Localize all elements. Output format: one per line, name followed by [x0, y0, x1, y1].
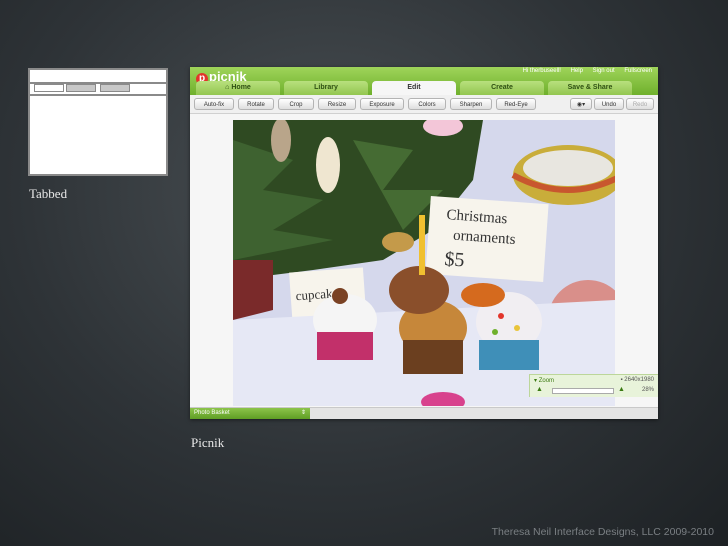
zoom-label-text: Zoom	[538, 378, 555, 384]
tab-save-share[interactable]: Save & Share	[548, 81, 632, 95]
zoom-out-icon[interactable]: ▲	[536, 386, 543, 393]
zoom-percent: 28%	[641, 387, 654, 393]
wireframe-tab	[66, 84, 96, 92]
tab-library[interactable]: Library	[284, 81, 368, 95]
red-eye-button[interactable]: Red-Eye	[496, 98, 536, 110]
resize-button[interactable]: Resize	[318, 98, 356, 110]
wireframe-tab	[34, 84, 64, 92]
photo-image: Christmas ornaments $5 cupcakes	[233, 120, 615, 406]
image-dimensions: ▪ 2640x1980	[620, 377, 655, 383]
top-links: Hi therbuseell! Help Sign out Fullscreen	[515, 68, 652, 74]
zoom-in-icon[interactable]: ▲	[618, 386, 625, 393]
tab-edit[interactable]: Edit	[372, 81, 456, 95]
zoom-slider[interactable]	[552, 388, 614, 394]
colors-button[interactable]: Colors	[408, 98, 446, 110]
edited-photo[interactable]: Christmas ornaments $5 cupcakes	[233, 120, 615, 406]
zoom-label: ▾ Zoom	[534, 378, 555, 384]
photo-basket-label: Photo Basket	[194, 410, 230, 416]
tab-home[interactable]: ⌂ Home	[196, 81, 280, 95]
edit-toolbar: Auto-fix Rotate Crop Resize Exposure Col…	[190, 95, 658, 114]
help-link[interactable]: Help	[571, 68, 583, 74]
tab-label: Home	[231, 84, 251, 91]
sharpen-button[interactable]: Sharpen	[450, 98, 492, 110]
undo-button[interactable]: Undo	[594, 98, 624, 110]
wireframe-tab	[100, 84, 130, 92]
exposure-button[interactable]: Exposure	[360, 98, 404, 110]
auto-fix-button[interactable]: Auto-fix	[194, 98, 234, 110]
app-header: p picnik Hi therbuseell! Help Sign out Fu…	[190, 67, 658, 95]
greeting-link[interactable]: Hi therbuseell!	[523, 68, 561, 74]
photo-basket-toggle[interactable]: Photo Basket ⇕	[190, 408, 310, 419]
slide-footer: Theresa Neil Interface Designs, LLC 2009…	[491, 526, 714, 538]
undo-dropdown[interactable]: ◉▾	[570, 98, 592, 110]
tab-create[interactable]: Create	[460, 81, 544, 95]
rotate-button[interactable]: Rotate	[238, 98, 274, 110]
main-tabs: ⌂ Home Library Edit Create Save & Share	[196, 81, 632, 95]
sign-price-text: $5	[444, 248, 465, 271]
fullscreen-link[interactable]: Fullscreen	[624, 68, 652, 74]
sign-out-link[interactable]: Sign out	[593, 68, 615, 74]
tabbed-wireframe	[28, 68, 168, 176]
history-icon: ◉▾	[576, 102, 586, 108]
picnik-window: p picnik Hi therbuseell! Help Sign out Fu…	[190, 67, 658, 419]
crop-button[interactable]: Crop	[278, 98, 314, 110]
bottom-bar: Photo Basket ⇕	[190, 407, 658, 419]
zoom-panel: ▾ Zoom ▪ 2640x1980 ▲ ▲ 28%	[529, 374, 658, 397]
dimensions-text: 2640x1980	[624, 377, 654, 383]
caption-tabbed: Tabbed	[29, 186, 68, 201]
photo-stage: Christmas ornaments $5 cupcakes ▾ Zoom ▪…	[190, 114, 658, 408]
redo-button[interactable]: Redo	[626, 98, 654, 110]
caption-picnik: Picnik	[191, 435, 225, 450]
chevron-up-icon: ⇕	[300, 410, 306, 416]
